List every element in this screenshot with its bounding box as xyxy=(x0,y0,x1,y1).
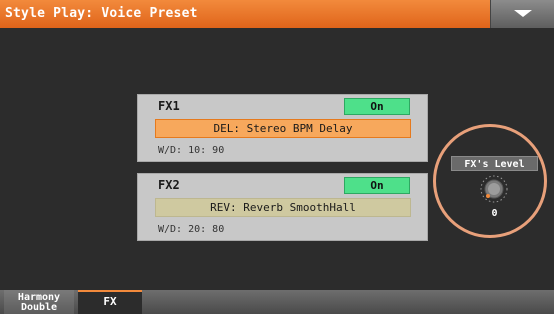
fx1-panel: FX1 On DEL: Stereo BPM Delay W/D: 10: 90 xyxy=(137,94,428,162)
page-title: Style Play: Voice Preset xyxy=(5,6,198,21)
main-area: FX1 On DEL: Stereo BPM Delay W/D: 10: 90… xyxy=(0,28,554,290)
fx1-title: FX1 xyxy=(158,99,180,113)
fx2-wet-dry: W/D: 20: 80 xyxy=(158,224,225,235)
chevron-down-icon xyxy=(514,10,532,17)
title-bar: Style Play: Voice Preset xyxy=(0,0,554,28)
fx1-on-button[interactable]: On xyxy=(344,98,410,115)
fx-level-label: FX's Level xyxy=(451,156,538,171)
fx1-type-selector[interactable]: DEL: Stereo BPM Delay xyxy=(155,119,411,138)
fx-level-knob[interactable] xyxy=(480,175,508,203)
knob-dial-icon xyxy=(480,175,508,203)
fx2-panel: FX2 On REV: Reverb SmoothHall W/D: 20: 8… xyxy=(137,173,428,241)
page-menu-button[interactable] xyxy=(490,0,554,28)
tab-double-label: Double xyxy=(20,302,58,313)
tab-bar: Harmony Double FX xyxy=(0,290,554,314)
fx2-type-selector[interactable]: REV: Reverb SmoothHall xyxy=(155,198,411,217)
fx1-wet-dry: W/D: 10: 90 xyxy=(158,145,225,156)
tab-fx[interactable]: FX xyxy=(78,290,142,314)
fx2-on-button[interactable]: On xyxy=(344,177,410,194)
tab-harmony-double[interactable]: Harmony Double xyxy=(4,290,74,314)
fx2-title: FX2 xyxy=(158,178,180,192)
fx-level-value: 0 xyxy=(491,208,498,219)
